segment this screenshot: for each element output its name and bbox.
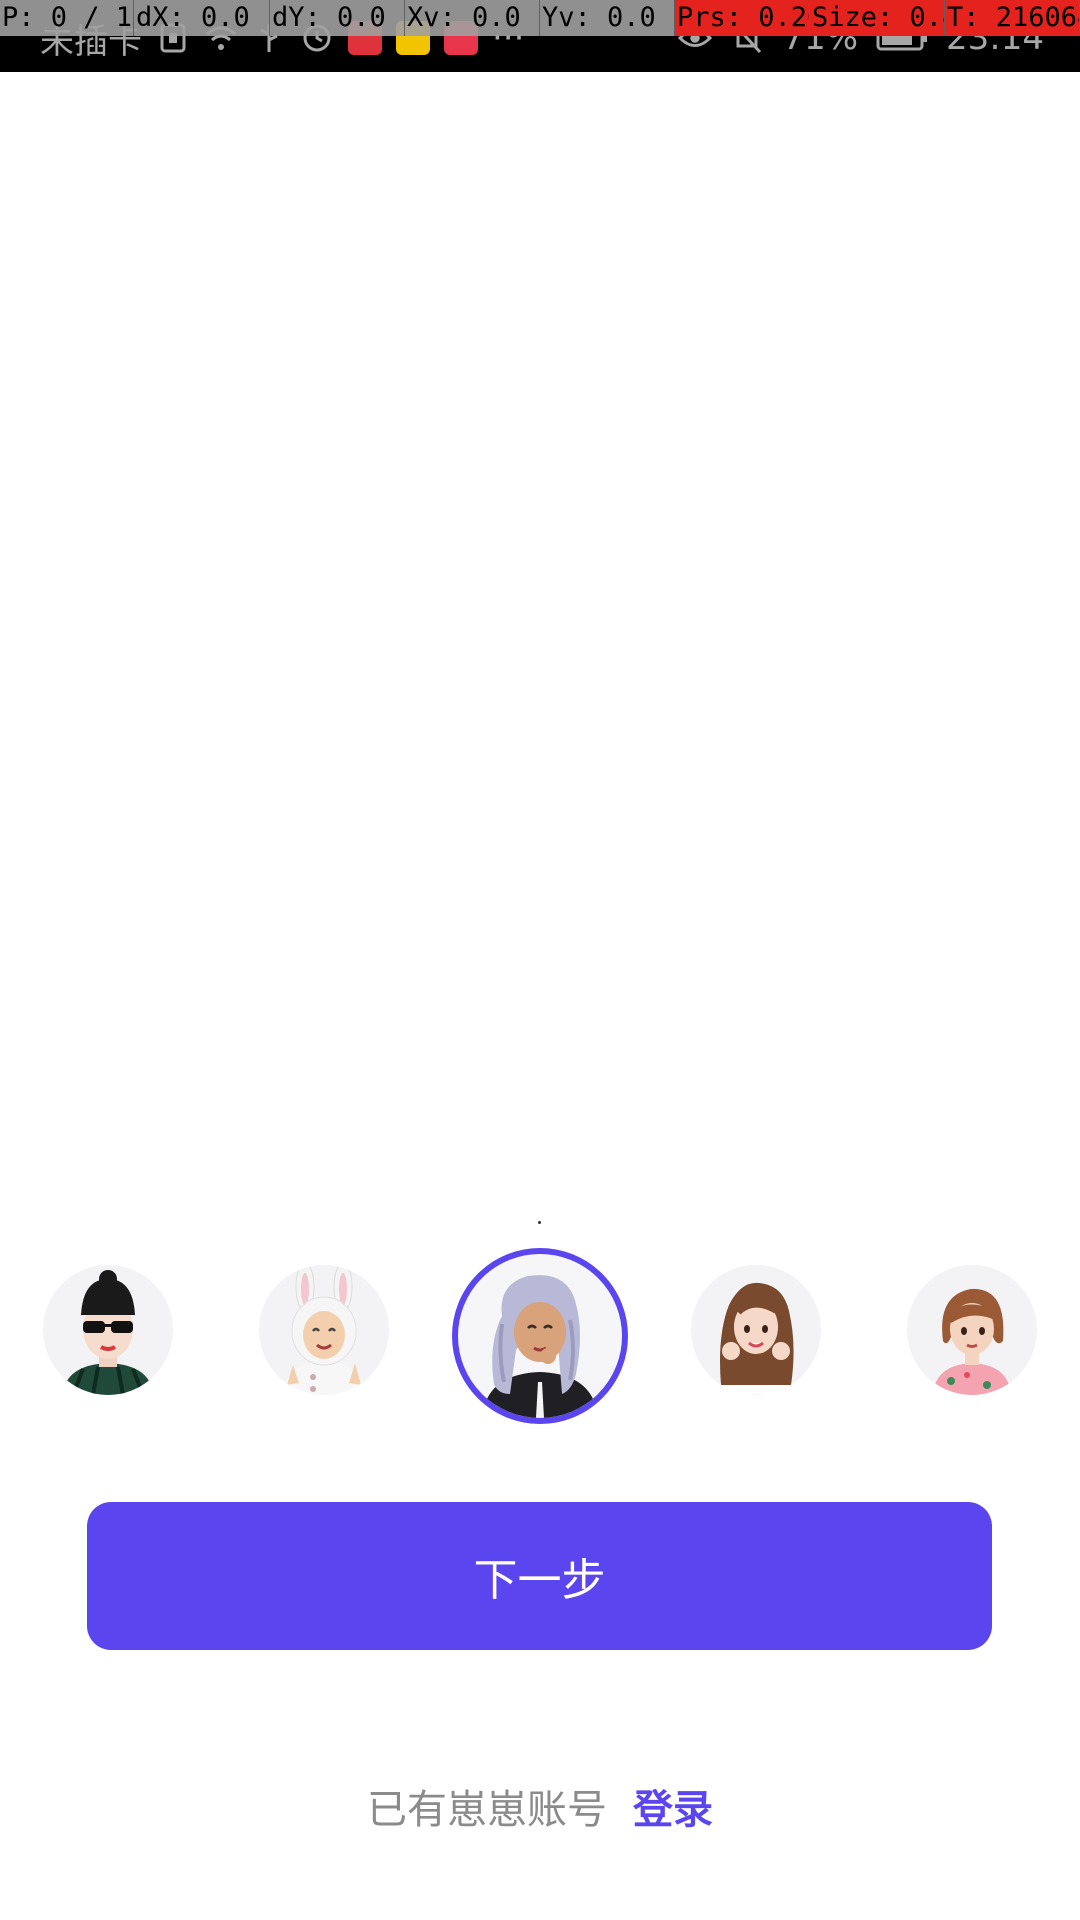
debug-size: Size: 0.40 — [810, 0, 945, 36]
debug-time: T: 216064 — [945, 0, 1080, 36]
debug-dx: dX: 0.0 — [134, 0, 270, 36]
avatar-carousel[interactable] — [0, 1240, 1080, 1424]
debug-yv: Yv: 0.0 — [540, 0, 675, 36]
next-step-button[interactable]: 下一步 — [87, 1502, 992, 1650]
login-prompt-row: 已有崽崽账号 登录 — [0, 1776, 1080, 1836]
onboarding-screen: 未插卡 ··· 71% 23:14 P: 0 / 1 dX: 0.0 dY: 0… — [0, 0, 1080, 1920]
pointer-debug-overlay: P: 0 / 1 dX: 0.0 dY: 0.0 Xv: 0.0 Yv: 0.0… — [0, 0, 1080, 36]
debug-pressure: Prs: 0.20 — [675, 0, 810, 36]
debug-pointer: P: 0 / 1 — [0, 0, 134, 36]
debug-xv: Xv: 0.0 — [405, 0, 540, 36]
avatar-long-hair-girl[interactable] — [691, 1265, 821, 1395]
debug-dy: dY: 0.0 — [270, 0, 405, 36]
avatar-bob-hair-girl[interactable] — [907, 1265, 1037, 1395]
carousel-indicator-dot — [538, 1221, 541, 1224]
avatar-sunglasses-beanie[interactable] — [43, 1265, 173, 1395]
login-link[interactable]: 登录 — [633, 1777, 713, 1835]
avatar-silver-braids[interactable] — [452, 1248, 628, 1424]
existing-account-text: 已有崽崽账号 — [367, 1787, 607, 1833]
avatar-bunny-hood[interactable] — [259, 1265, 389, 1395]
